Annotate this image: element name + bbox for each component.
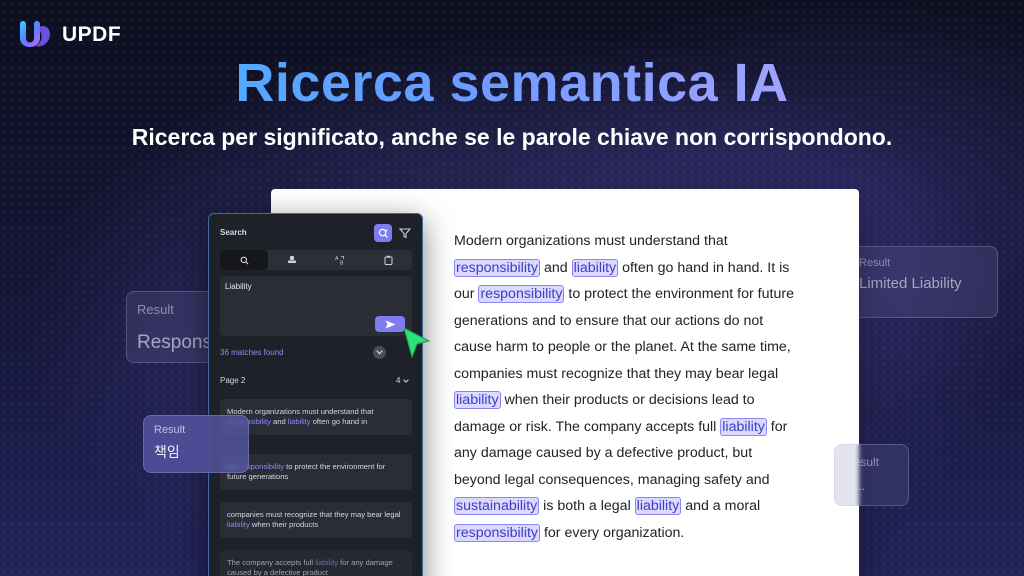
svg-text:A: A bbox=[335, 256, 339, 262]
document-text-span: generations and to ensure that our actio… bbox=[454, 312, 764, 329]
search-highlight[interactable]: responsibility bbox=[454, 523, 541, 542]
updf-logo: UPDF bbox=[16, 18, 121, 52]
search-highlight[interactable]: responsibility bbox=[454, 258, 541, 277]
result-card-value: 책임 bbox=[154, 444, 180, 460]
document-text-span: cause harm to people or the planet. At t… bbox=[454, 339, 791, 355]
result-text: when their products bbox=[249, 520, 319, 529]
send-icon bbox=[385, 320, 395, 328]
document-text: Modern organizations must understand tha… bbox=[454, 228, 854, 546]
document-line: beyond legal consequences, managing safe… bbox=[454, 467, 854, 494]
result-text: and bbox=[270, 417, 288, 426]
stamp-icon bbox=[288, 256, 296, 263]
result-text: companies must recognize that they may b… bbox=[227, 510, 401, 519]
search-icon bbox=[240, 256, 248, 264]
updf-logo-icon bbox=[20, 21, 50, 47]
result-card-pending: Result ...... bbox=[834, 444, 909, 506]
document-text-span: for bbox=[766, 418, 788, 435]
ai-search-icon bbox=[378, 228, 388, 238]
search-highlight[interactable]: sustainability bbox=[454, 497, 540, 515]
send-button[interactable] bbox=[375, 316, 405, 332]
search-highlight[interactable]: liability bbox=[720, 417, 767, 436]
search-panel: Search AB Liability 36 matches found Pag… bbox=[208, 213, 423, 576]
tab-replace[interactable]: AB bbox=[316, 250, 364, 270]
document-line: generations and to ensure that our actio… bbox=[454, 308, 854, 335]
tab-stamp[interactable] bbox=[268, 250, 316, 270]
ai-search-toggle[interactable] bbox=[374, 224, 392, 242]
headline: Ricerca semantica IA bbox=[0, 52, 1024, 114]
document-text-span: our bbox=[454, 286, 479, 302]
document-line: any damage caused by a defective product… bbox=[454, 440, 854, 467]
filter-icon[interactable] bbox=[398, 226, 412, 240]
document-line: responsibility for every organization. bbox=[454, 520, 854, 547]
search-highlight[interactable]: liability bbox=[454, 391, 501, 409]
document-text-span: when their products or decisions lead to bbox=[500, 392, 755, 408]
result-match-term: liability bbox=[287, 417, 311, 426]
matches-count: 36 matches found bbox=[220, 348, 284, 357]
document-line: Modern organizations must understand tha… bbox=[454, 228, 854, 255]
result-card-label: Result bbox=[154, 424, 186, 436]
document-text-span: for every organization. bbox=[540, 524, 685, 541]
document-text-span: often go hand in hand. It is bbox=[618, 259, 790, 276]
replace-icon: AB bbox=[335, 256, 344, 266]
document-text-span: damage or risk. The company accepts full bbox=[454, 418, 721, 435]
document-text-span: any damage caused by a defective product… bbox=[454, 445, 753, 461]
result-match-term: liability bbox=[315, 558, 339, 567]
search-mode-tabs: AB bbox=[220, 250, 412, 270]
document-line: liability when their products or decisio… bbox=[454, 387, 854, 414]
document-text-span: and a moral bbox=[681, 498, 761, 514]
search-highlight[interactable]: liability bbox=[571, 258, 619, 277]
result-card-value: Limited Liability bbox=[859, 275, 962, 292]
document-line: sustainability is both a legal liability… bbox=[454, 493, 854, 520]
document-text-span: and bbox=[540, 259, 572, 276]
clipboard-icon bbox=[384, 255, 392, 265]
result-text: Modern organizations must understand tha… bbox=[227, 407, 374, 416]
search-highlight[interactable]: liability bbox=[634, 497, 682, 515]
result-text: often go hand in bbox=[310, 417, 368, 426]
page-count-value: 4 bbox=[396, 376, 401, 385]
brand-name: UPDF bbox=[62, 23, 122, 46]
result-card-label: Result bbox=[845, 455, 880, 469]
document-line: our responsibility to protect the enviro… bbox=[454, 281, 854, 308]
chevron-down-icon bbox=[376, 350, 383, 355]
search-result-item[interactable]: The company accepts full liability for a… bbox=[220, 550, 412, 576]
page-group-count[interactable]: 4 bbox=[396, 376, 409, 385]
document-line: companies must recognize that they may b… bbox=[454, 361, 854, 388]
document-line: cause harm to people or the planet. At t… bbox=[454, 334, 854, 361]
search-query-text: Liability bbox=[225, 282, 252, 291]
document-text-span: is both a legal bbox=[539, 498, 635, 514]
tab-text-search[interactable] bbox=[220, 250, 268, 270]
document-text-span: to protect the environment for future bbox=[564, 286, 794, 302]
result-text: The company accepts full bbox=[227, 558, 316, 567]
document-line: responsibility and liability often go ha… bbox=[454, 255, 854, 282]
result-card-limited-liability: Result Limited Liability bbox=[848, 246, 998, 318]
result-card-label: Result bbox=[137, 302, 174, 317]
panel-title: Search bbox=[220, 228, 247, 237]
document-line: damage or risk. The company accepts full… bbox=[454, 414, 854, 441]
document-text-span: Modern organizations must understand tha… bbox=[454, 233, 728, 249]
page-group-label: Page 2 bbox=[220, 376, 246, 385]
cursor-pointer-icon bbox=[403, 327, 431, 359]
tab-clipboard[interactable] bbox=[364, 250, 412, 270]
result-card-label: Result bbox=[859, 257, 891, 269]
result-match-term: liability bbox=[227, 520, 250, 529]
search-result-item[interactable]: companies must recognize that they may b… bbox=[220, 502, 412, 538]
chevron-down-icon bbox=[402, 379, 409, 383]
subtitle: Ricerca per significato, anche se le par… bbox=[131, 124, 893, 150]
document-text-span: beyond legal consequences, managing safe… bbox=[454, 471, 770, 488]
document-text-span: companies must recognize that they may b… bbox=[454, 365, 779, 382]
result-card-korean: Result 책임 bbox=[143, 415, 249, 473]
result-card-value: ...... bbox=[845, 479, 866, 493]
svg-text:B: B bbox=[340, 261, 344, 266]
search-highlight[interactable]: responsibility bbox=[478, 285, 565, 303]
collapse-button[interactable] bbox=[373, 346, 386, 359]
result-card-value: Respons bbox=[137, 332, 212, 353]
